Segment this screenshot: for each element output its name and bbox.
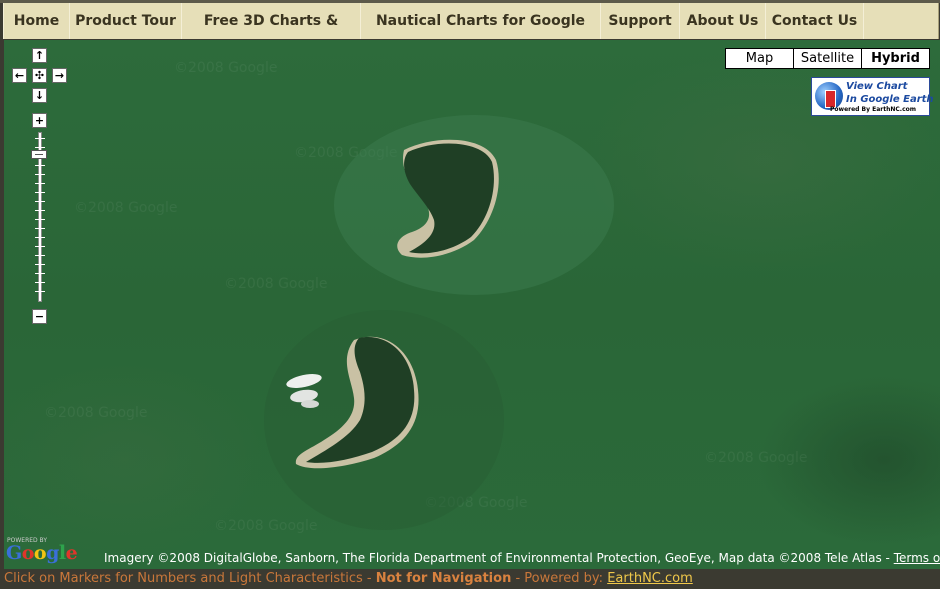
pan-left-button[interactable]: ← (12, 68, 27, 83)
nav-support[interactable]: Support (600, 3, 680, 39)
map-type-map-button[interactable]: Map (725, 48, 794, 69)
zoom-tick (35, 174, 45, 175)
zoom-tick (35, 228, 45, 229)
zoom-tick (35, 183, 45, 184)
nav-free-3d-charts[interactable]: Free 3D Charts & Maps (181, 3, 361, 65)
pan-right-button[interactable]: → (52, 68, 67, 83)
zoom-tick (35, 246, 45, 247)
zoom-slider-handle[interactable] (31, 150, 47, 159)
earthnc-link[interactable]: EarthNC.com (607, 571, 693, 586)
nav-product-tour[interactable]: Product Tour (69, 3, 182, 39)
footer-powered-by: - Powered by: (511, 571, 608, 586)
boat (301, 400, 319, 408)
zoom-tick (35, 210, 45, 211)
pan-center-button[interactable]: ✣ (32, 68, 47, 83)
view-in-google-earth-button[interactable]: View Chart In Google Earth Powered By Ea… (811, 77, 934, 116)
zoom-tick (35, 237, 45, 238)
map-type-hybrid-button[interactable]: Hybrid (861, 48, 930, 69)
footer-instructions: Click on Markers for Numbers and Light C… (4, 571, 376, 586)
terms-of-use-link[interactable]: Terms of Use (894, 551, 940, 565)
google-logo[interactable]: Google (6, 542, 78, 564)
footer-warning: Not for Navigation (375, 571, 512, 586)
map-type-satellite-button[interactable]: Satellite (793, 48, 862, 69)
zoom-tick (35, 255, 45, 256)
zoom-tick (35, 264, 45, 265)
nav-contact-us[interactable]: Contact Us (765, 3, 864, 39)
zoom-out-button[interactable]: − (32, 309, 47, 324)
zoom-tick (35, 273, 45, 274)
satellite-map[interactable]: ©2008 Google ©2008 Google ©2008 Google ©… (4, 40, 940, 569)
nav-about-us[interactable]: About Us (679, 3, 766, 39)
footer-bar: Click on Markers for Numbers and Light C… (0, 569, 940, 589)
pan-down-button[interactable]: ↓ (32, 88, 47, 103)
zoom-tick (35, 192, 45, 193)
zoom-tick (35, 282, 45, 283)
zoom-tick (35, 165, 45, 166)
map-attribution: Imagery ©2008 DigitalGlobe, Sanborn, The… (104, 551, 940, 565)
ge-badge-line3: Powered By EarthNC.com (830, 106, 916, 113)
zoom-tick (35, 138, 45, 139)
pan-up-button[interactable]: ↑ (32, 48, 47, 63)
zoom-tick (35, 201, 45, 202)
nav-home[interactable]: Home (3, 3, 70, 39)
zoom-tick (35, 291, 45, 292)
nav-nautical-charts[interactable]: Nautical Charts for Google Earth (360, 3, 601, 65)
top-nav: Home Product Tour Free 3D Charts & Maps … (0, 0, 940, 65)
zoom-tick (35, 147, 45, 148)
zoom-tick (35, 219, 45, 220)
nav-blank-tab (863, 3, 939, 39)
ge-badge-line2: In Google Earth (846, 94, 934, 105)
ge-badge-line1: View Chart (846, 81, 908, 92)
zoom-in-button[interactable]: + (32, 113, 47, 128)
islands-imagery (264, 115, 614, 530)
